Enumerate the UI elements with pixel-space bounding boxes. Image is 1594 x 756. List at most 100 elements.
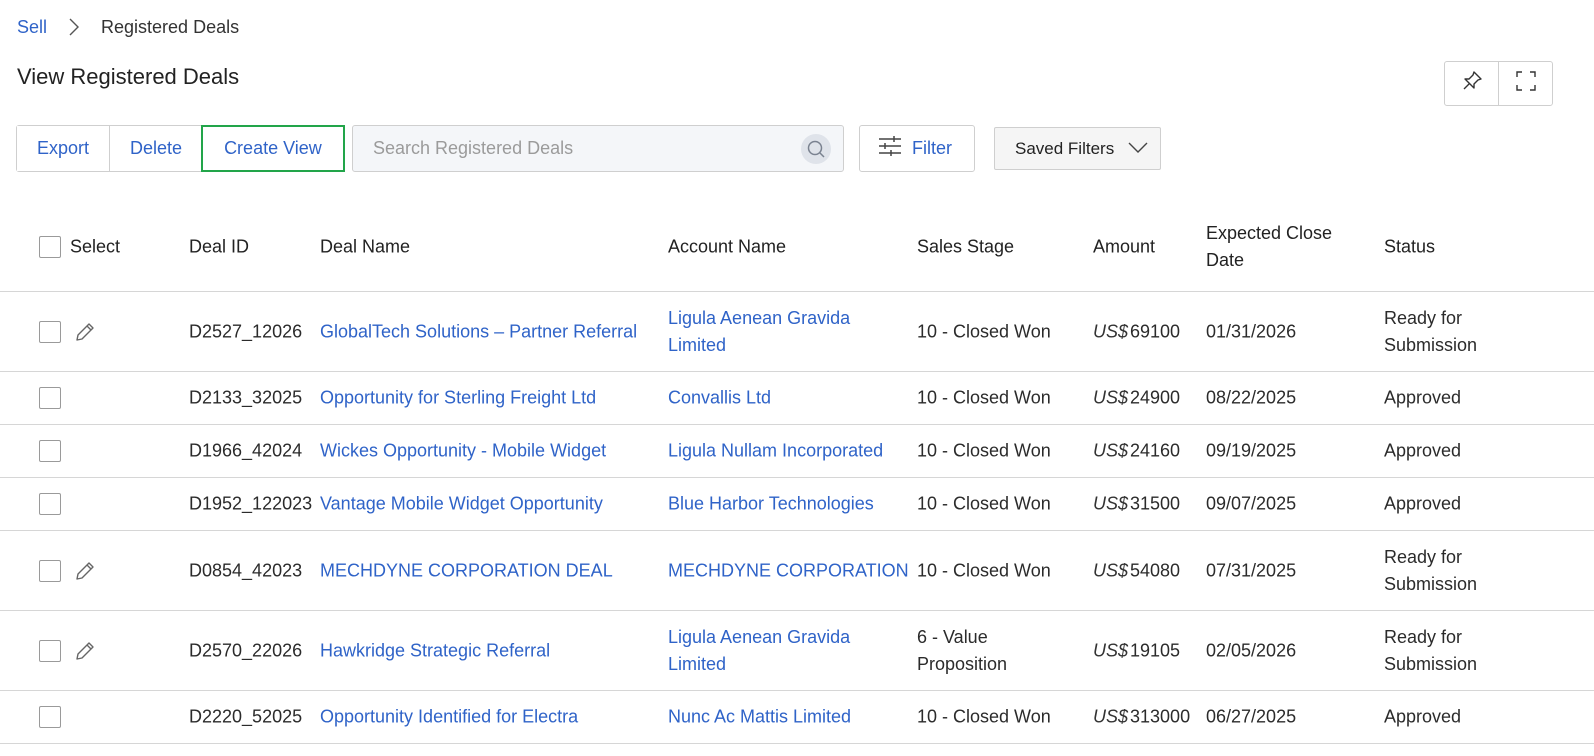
filter-label: Filter [912,138,952,158]
fullscreen-button[interactable] [1498,62,1552,105]
deal-name-link[interactable]: Opportunity for Sterling Freight Ltd [320,385,596,412]
delete-button[interactable]: Delete [109,126,203,171]
sales-stage-line1: 10 - Closed Won [917,321,1051,341]
table-row: D1966_42024 Wickes Opportunity - Mobile W… [0,425,1594,478]
row-checkbox[interactable] [39,440,61,462]
header-amount[interactable]: Amount [1093,233,1155,260]
row-checkbox[interactable] [39,387,61,409]
table-body: D2527_12026 GlobalTech Solutions – Partne… [0,292,1594,744]
header-sales-stage[interactable]: Sales Stage [917,233,1014,260]
header-status[interactable]: Status [1384,233,1435,260]
sales-stage-line1: 6 - Value [917,626,988,647]
account-name-line1: MECHDYNE CORPORATION [668,560,909,580]
amount: US$ 31500 [1093,491,1180,518]
table-row: D2527_12026 GlobalTech Solutions – Partne… [0,292,1594,372]
row-checkbox[interactable] [39,559,61,582]
search-box [352,125,844,172]
table-row: D2220_52025 Opportunity Identified for El… [0,691,1594,744]
amount: US$ 24160 [1093,438,1180,465]
breadcrumb-current: Registered Deals [101,16,240,37]
pin-icon [1461,70,1483,97]
header-deal-id[interactable]: Deal ID [189,233,249,260]
header-close-date-line1: Expected Close [1206,222,1333,243]
table-row: D2133_32025 Opportunity for Sterling Frei… [0,372,1594,425]
account-name-link[interactable]: Ligula Aenean Gravida Limited [668,624,850,678]
saved-filters-dropdown[interactable]: Saved Filters [994,127,1161,170]
deal-name-link[interactable]: GlobalTech Solutions – Partner Referral [320,318,637,345]
sales-stage-line1: 10 - Closed Won [917,440,1051,461]
sales-stage: 10 - Closed Won [917,491,1051,518]
header-account-name[interactable]: Account Name [668,233,786,260]
row-checkbox[interactable] [39,320,61,343]
currency-prefix: US$ [1093,640,1129,660]
account-name-link[interactable]: Blue Harbor Technologies [668,491,874,518]
account-name-line2: Limited [668,653,727,674]
breadcrumb: Sell Registered Deals [17,14,239,40]
deal-id: D0854_42023 [189,560,303,580]
create-view-button[interactable]: Create View [201,125,345,172]
header-expected-close-date[interactable]: Expected Close Date [1206,220,1332,274]
table-header: Select Deal ID Deal Name Account Name Sa… [0,202,1594,292]
amount-value: 19105 [1130,640,1181,660]
deal-name-link[interactable]: MECHDYNE CORPORATION DEAL [320,557,613,584]
amount-value: 24900 [1130,387,1181,408]
select-all-checkbox[interactable] [39,235,61,258]
account-name-link[interactable]: Ligula Aenean Gravida Limited [668,305,850,359]
sales-stage: 10 - Closed Won [917,318,1051,345]
deal-name-link[interactable]: Vantage Mobile Widget Opportunity [320,491,603,518]
row-checkbox[interactable] [39,493,61,515]
deal-name-link[interactable]: Hawkridge Strategic Referral [320,637,550,664]
header-close-date-line2: Date [1206,249,1245,270]
edit-pencil-icon[interactable] [74,321,96,343]
account-name-line1: Nunc Ac Mattis Limited [668,706,852,727]
sales-stage-line2: Proposition [917,653,1008,674]
amount: US$ 69100 [1093,318,1180,345]
currency-prefix: US$ [1093,440,1129,461]
header-deal-name[interactable]: Deal Name [320,233,410,260]
chevron-right-icon [69,18,80,36]
status-line2: Submission [1384,334,1478,355]
status: Approved [1384,491,1461,518]
export-button[interactable]: Export [17,126,110,171]
status-line1: Approved [1384,387,1462,408]
deal-id: D1952_122023 [189,493,313,514]
currency-prefix: US$ [1093,387,1129,408]
search-input[interactable] [353,137,793,160]
status-line2: Submission [1384,653,1478,674]
account-name-link[interactable]: MECHDYNE CORPORATION [668,557,909,584]
sales-stage-line1: 10 - Closed Won [917,493,1051,514]
status: Ready for Submission [1384,624,1477,678]
account-name-link[interactable]: Nunc Ac Mattis Limited [668,704,851,731]
amount-value: 69100 [1130,321,1181,341]
deals-table: Select Deal ID Deal Name Account Name Sa… [0,202,1594,744]
search-icon[interactable] [801,134,831,164]
saved-filters-label: Saved Filters [1015,138,1115,158]
currency-prefix: US$ [1093,493,1129,514]
currency-prefix: US$ [1093,706,1129,727]
status: Ready for Submission [1384,305,1477,359]
currency-prefix: US$ [1093,560,1129,580]
row-checkbox[interactable] [39,639,61,662]
expected-close-date: 06/27/2025 [1206,706,1297,727]
expand-icon [1515,70,1537,97]
amount: US$ 19105 [1093,637,1180,664]
status-line1: Approved [1384,706,1462,727]
expected-close-date: 09/07/2025 [1206,493,1297,514]
table-row: D1952_122023 Vantage Mobile Widget Opport… [0,478,1594,531]
status-line1: Ready for [1384,307,1463,328]
account-name-line1: Convallis Ltd [668,387,772,408]
account-name-line1: Ligula Aenean Gravida [668,626,851,647]
deal-name-link[interactable]: Wickes Opportunity - Mobile Widget [320,438,606,465]
sales-stage: 10 - Closed Won [917,704,1051,731]
status-line1: Approved [1384,493,1462,514]
edit-pencil-icon[interactable] [74,560,96,582]
breadcrumb-sell-link[interactable]: Sell [17,17,47,38]
deal-id: D2570_22026 [189,640,303,660]
account-name-link[interactable]: Ligula Nullam Incorporated [668,438,883,465]
deal-name-link[interactable]: Opportunity Identified for Electra [320,704,578,731]
row-checkbox[interactable] [39,706,61,728]
pin-button[interactable] [1445,62,1498,105]
account-name-link[interactable]: Convallis Ltd [668,385,771,412]
filter-button[interactable]: Filter [859,125,975,172]
edit-pencil-icon[interactable] [74,640,96,662]
